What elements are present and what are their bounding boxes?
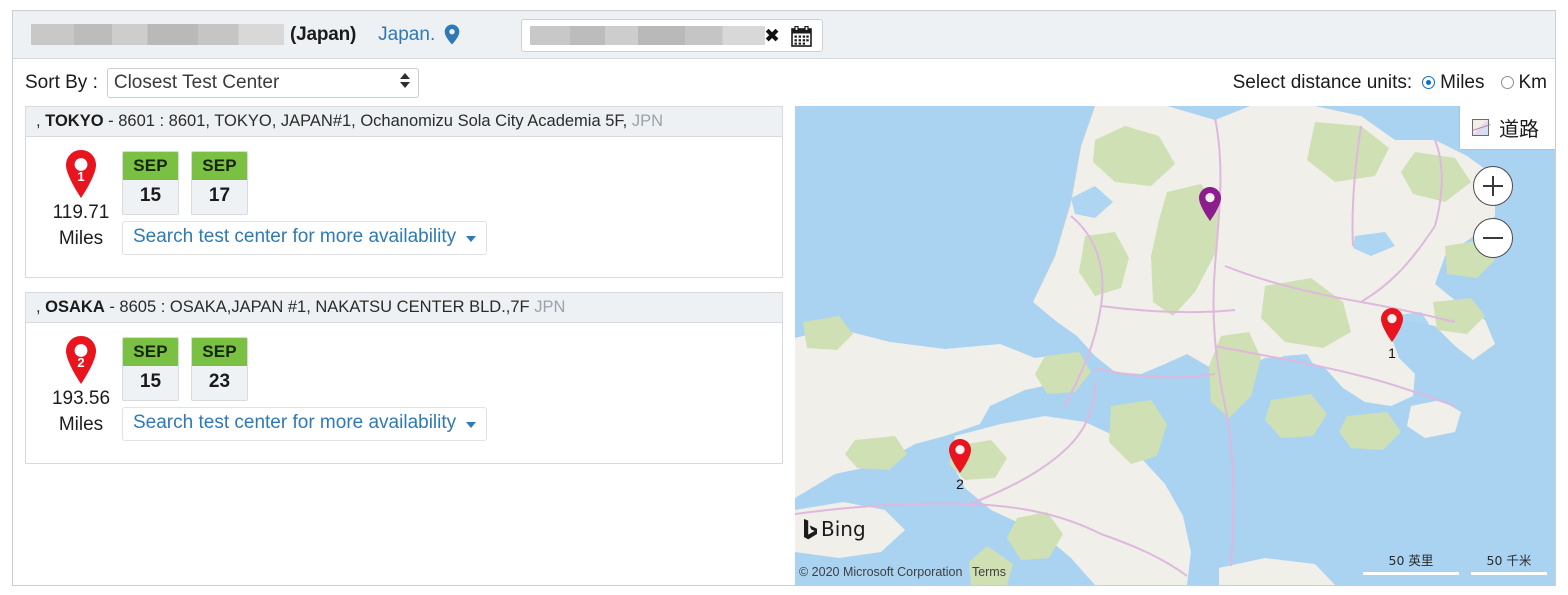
map-type-label: 道路: [1499, 117, 1539, 141]
result-details: - 8601 : 8601, TOKYO, JAPAN#1, Ochanomiz…: [103, 112, 628, 130]
available-dates: SEP 15 SEP 17: [122, 151, 248, 215]
date-chip-day: 15: [139, 185, 162, 206]
distance-value: 119.71: [52, 202, 110, 223]
bing-b-icon: [804, 518, 817, 539]
scale-km-bar: [1471, 572, 1547, 575]
date-chip-month: SEP: [123, 152, 178, 180]
calendar-icon[interactable]: [791, 25, 812, 52]
distance-unit: Miles: [58, 414, 104, 435]
map-pin-2-label: 2: [956, 476, 964, 492]
unit-radio-miles[interactable]: Miles: [1422, 71, 1485, 94]
table-row[interactable]: , TOKYO - 8601 : 8601, TOKYO, JAPAN#1, O…: [25, 106, 783, 278]
sort-by-label: Sort By :: [25, 71, 98, 93]
chevron-down-icon: [466, 422, 477, 428]
date-chip-day: 15: [139, 371, 162, 392]
result-pin-2-icon: 2: [40, 335, 122, 390]
date-chip[interactable]: SEP 17: [191, 151, 248, 215]
date-chip[interactable]: SEP 15: [122, 337, 179, 401]
svg-text:1: 1: [77, 169, 84, 184]
result-city: OSAKA: [45, 298, 105, 316]
chevron-down-icon: [466, 236, 477, 242]
scale-km-label: 50 千米: [1486, 553, 1532, 568]
map-pin-1-label: 1: [1388, 345, 1396, 361]
minus-icon: [1483, 228, 1503, 248]
result-details: - 8605 : OSAKA,JAPAN #1, NAKATSU CENTER …: [104, 298, 530, 316]
search-more-availability-dropdown[interactable]: Search test center for more availability: [122, 221, 488, 255]
date-chip-day: 17: [208, 185, 231, 206]
test-center-search-page: (Japan) Japan. ✖ Sort By: Closest Test …: [0, 0, 1568, 595]
sort-and-units-bar: Sort By : Closest Test Center Select dis…: [13, 59, 1555, 106]
result-body-tokyo: 1 119.71 Miles SEP 15 SEP 17 Search test…: [26, 137, 782, 277]
distance-value: 193.56: [51, 388, 111, 409]
result-header-osaka: , OSAKA - 8605 : OSAKA,JAPAN #1, NAKATSU…: [26, 293, 782, 323]
scale-miles-label: 50 英里: [1388, 553, 1434, 568]
chevron-updown-icon: [399, 72, 410, 88]
distance-units-label: Select distance units:: [1232, 71, 1413, 93]
distance-unit: Miles: [58, 228, 104, 249]
zoom-out-button[interactable]: [1473, 218, 1513, 258]
map-pin-icon: [444, 24, 460, 50]
date-chip-month: SEP: [192, 152, 247, 180]
date-search-field[interactable]: ✖: [521, 19, 823, 52]
distance-block: 2 193.56 Miles: [40, 335, 122, 440]
date-chip[interactable]: SEP 23: [191, 337, 248, 401]
result-header-tokyo: , TOKYO - 8601 : 8601, TOKYO, JAPAN#1, O…: [26, 107, 782, 137]
copyright-text: © 2020 Microsoft Corporation: [799, 565, 963, 579]
result-city: TOKYO: [45, 112, 104, 130]
result-prefix: ,: [36, 112, 46, 130]
table-row[interactable]: , OSAKA - 8605 : OSAKA,JAPAN #1, NAKATSU…: [25, 292, 783, 464]
bing-logo[interactable]: Bing: [803, 517, 866, 541]
scale-miles: 50 英里: [1363, 550, 1459, 575]
svg-text:2: 2: [77, 355, 84, 370]
date-chip-month: SEP: [192, 338, 247, 366]
map-thumbnail-icon: [1472, 119, 1489, 136]
unit-label-km: Km: [1518, 71, 1548, 93]
close-x-icon[interactable]: ✖: [764, 26, 780, 46]
search-value-redacted: [530, 26, 765, 45]
zoom-in-button[interactable]: [1473, 166, 1513, 206]
top-search-bar: (Japan) Japan. ✖: [13, 11, 1555, 59]
scale-km: 50 千米: [1471, 550, 1547, 575]
region-link[interactable]: Japan.: [378, 24, 435, 46]
result-country-code: JPN: [627, 112, 663, 130]
map-canvas: [795, 106, 1555, 585]
search-more-availability-label: Search test center for more availability: [133, 226, 457, 247]
result-country-code: JPN: [529, 298, 566, 316]
country-label: (Japan): [290, 23, 357, 45]
radio-miles-icon[interactable]: [1422, 76, 1436, 89]
map-copyright: © 2020 Microsoft Corporation Terms: [799, 565, 1006, 579]
search-more-availability-dropdown[interactable]: Search test center for more availability: [122, 407, 488, 441]
sort-by-select[interactable]: Closest Test Center: [106, 67, 419, 98]
result-body-osaka: 2 193.56 Miles SEP 15 SEP 23 Search test…: [26, 323, 782, 463]
date-chip-month: SEP: [123, 338, 178, 366]
bing-map[interactable]: 1 2 道路 Bing © 2020 Microsoft Corporation…: [795, 106, 1555, 585]
unit-label-miles: Miles: [1440, 71, 1485, 93]
search-more-availability-label: Search test center for more availability: [133, 412, 457, 433]
distance-units-group: Select distance units: Miles Km: [1233, 72, 1547, 94]
sort-by-selected-value: Closest Test Center: [113, 71, 280, 93]
map-scale-bars: 50 英里 50 千米: [1363, 550, 1547, 575]
result-prefix: ,: [36, 298, 46, 316]
main-frame: (Japan) Japan. ✖ Sort By: Closest Test …: [12, 10, 1556, 586]
results-list: , TOKYO - 8601 : 8601, TOKYO, JAPAN#1, O…: [13, 106, 795, 585]
unit-radio-km[interactable]: Km: [1500, 71, 1548, 94]
result-pin-1-icon: 1: [40, 149, 122, 204]
map-type-button[interactable]: 道路: [1460, 106, 1555, 149]
bing-label: Bing: [821, 517, 866, 541]
date-chip[interactable]: SEP 15: [122, 151, 179, 215]
map-pin-2[interactable]: 2: [947, 438, 973, 492]
candidate-name-redacted: [31, 24, 284, 45]
map-pin-1[interactable]: 1: [1379, 307, 1405, 361]
date-chip-day: 23: [208, 371, 231, 392]
distance-block: 1 119.71 Miles: [40, 149, 122, 254]
map-pin-home[interactable]: [1197, 186, 1223, 227]
content-area: , TOKYO - 8601 : 8601, TOKYO, JAPAN#1, O…: [13, 106, 1555, 585]
radio-km-icon[interactable]: [1500, 76, 1514, 89]
plus-icon: [1483, 176, 1503, 196]
scale-miles-bar: [1363, 572, 1459, 575]
available-dates: SEP 15 SEP 23: [122, 337, 248, 401]
terms-link[interactable]: Terms: [972, 565, 1006, 579]
